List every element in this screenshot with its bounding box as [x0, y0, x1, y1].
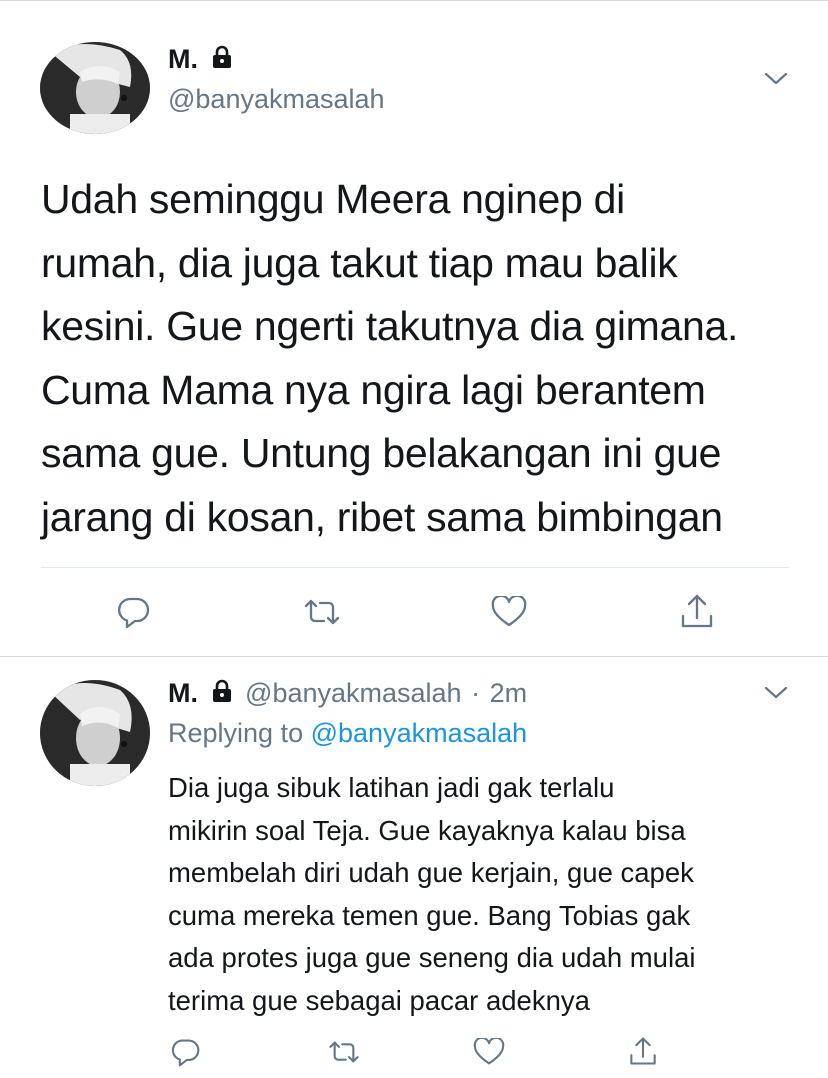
reply-icon[interactable]	[168, 1034, 204, 1070]
handle[interactable]: @banyakmasalah	[245, 678, 462, 708]
tweet-line: mikirin soal Teja. Gue kayaknya kalau bi…	[168, 814, 686, 846]
tweet-line: Dia juga sibuk latihan jadi gak terlalu	[168, 772, 615, 803]
reply-header: M. @banyakmasalah · 2m	[168, 678, 527, 710]
display-name-text[interactable]: M.	[168, 44, 198, 74]
tweet-text: Udah seminggu Meera nginep di rumah, dia…	[41, 168, 801, 549]
display-name-text[interactable]: M.	[168, 678, 198, 708]
share-icon[interactable]	[624, 1032, 662, 1070]
share-icon[interactable]	[676, 590, 718, 632]
tweet-line: Cuma Mama nya ngira lagi berantem	[41, 366, 706, 413]
chevron-down-icon[interactable]	[764, 686, 788, 705]
lock-icon	[212, 45, 232, 76]
like-icon[interactable]	[488, 592, 530, 632]
retweet-icon[interactable]	[300, 592, 344, 632]
tweet-line: membelah diri udah gue kerjain, gue cape…	[168, 857, 694, 889]
tweet-text: Dia juga sibuk latihan jadi gak terlalu …	[168, 767, 808, 1023]
lock-icon	[212, 679, 232, 710]
chevron-down-icon[interactable]	[764, 72, 788, 91]
tweet-line: Udah seminggu Meera nginep di	[41, 176, 625, 222]
retweet-icon[interactable]	[324, 1036, 364, 1068]
tweet-line: cuma mereka temen gue. Bang Tobias gak	[168, 899, 691, 931]
replying-to: Replying to @banyakmasalah	[168, 718, 527, 749]
divider	[41, 567, 789, 568]
dot-separator: ·	[471, 678, 481, 708]
avatar[interactable]	[40, 680, 150, 786]
timestamp[interactable]: 2m	[490, 678, 528, 708]
tweet-separator	[0, 656, 828, 657]
reply-icon[interactable]	[114, 592, 154, 632]
top-border	[0, 0, 828, 1]
tweet-line: terima gue sebagai pacar adeknya	[168, 984, 590, 1016]
like-icon[interactable]	[470, 1034, 508, 1070]
tweet-line: jarang di kosan, ribet sama bimbingan	[41, 493, 723, 540]
tweet-line: ada protes juga gue seneng dia udah mula…	[168, 942, 696, 974]
tweet-line: kesini. Gue ngerti takutnya dia gimana.	[41, 303, 739, 349]
handle[interactable]: @banyakmasalah	[168, 84, 385, 115]
tweet-line: sama gue. Untung belakangan ini gue	[41, 430, 722, 476]
avatar[interactable]	[40, 42, 150, 134]
tweet-line: rumah, dia juga takut tiap mau balik	[41, 239, 678, 286]
mention-link[interactable]: @banyakmasalah	[311, 718, 528, 748]
replying-prefix: Replying to	[168, 718, 304, 748]
display-name[interactable]: M.	[168, 44, 232, 76]
